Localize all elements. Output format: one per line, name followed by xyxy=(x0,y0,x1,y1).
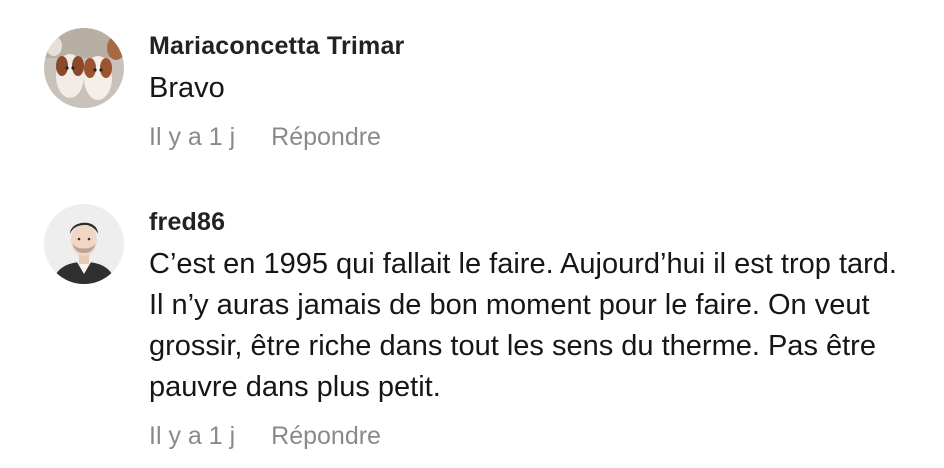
comment-timestamp: Il y a 1 j xyxy=(149,123,236,151)
comment-meta: Il y a 1 j Répondre xyxy=(149,418,919,454)
reply-button[interactable]: Répondre xyxy=(271,418,381,454)
puppies-photo-avatar-icon xyxy=(44,28,124,108)
comment-timestamp: Il y a 1 j xyxy=(149,422,236,450)
comment-username[interactable]: fred86 xyxy=(149,200,919,244)
avatar[interactable] xyxy=(44,204,124,284)
comment-body: Mariaconcetta Trimar Bravo Il y a 1 j Ré… xyxy=(149,24,919,155)
comment-text: C’est en 1995 qui fallait le faire. Aujo… xyxy=(149,248,897,403)
man-portrait-avatar-icon xyxy=(44,204,124,284)
avatar[interactable] xyxy=(44,28,124,108)
comment-body: fred86 C’est en 1995 qui fallait le fair… xyxy=(149,200,919,454)
comment-username[interactable]: Mariaconcetta Trimar xyxy=(149,24,919,68)
comment-text: Bravo xyxy=(149,72,225,104)
comment-meta: Il y a 1 j Répondre xyxy=(149,119,919,155)
reply-button[interactable]: Répondre xyxy=(271,119,381,155)
